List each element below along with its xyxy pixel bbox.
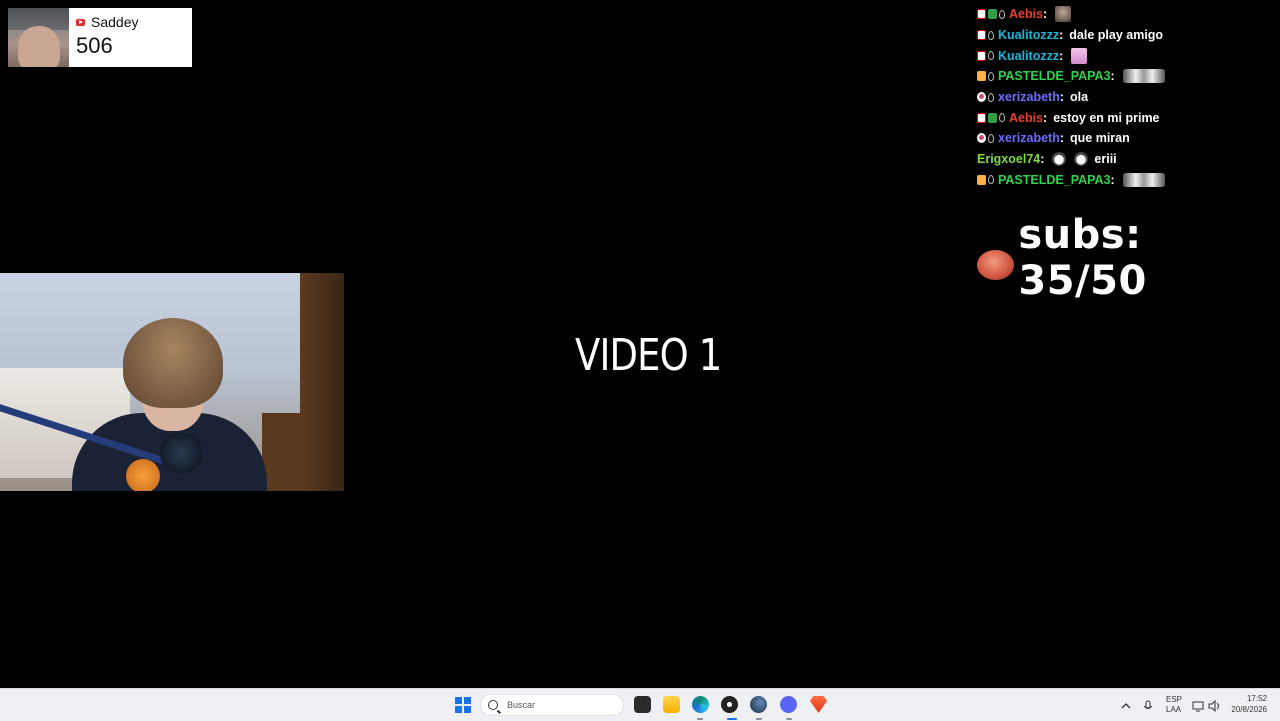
chat-message: Aebis: <box>977 4 1277 25</box>
channel-avatar <box>8 8 69 67</box>
steam-icon[interactable] <box>750 696 767 713</box>
language-line1: ESP <box>1166 695 1183 704</box>
pen-badge-icon <box>977 50 986 61</box>
brave-icon[interactable] <box>810 696 827 713</box>
subs-goal-text: subs: 35/50 <box>1018 212 1147 304</box>
chat-overlay: Aebis: Kualitozzz: dale play amigo Kualitoz… <box>977 4 1277 190</box>
chat-username: Erigxoel74 <box>977 152 1041 167</box>
chat-message: Erigxoel74: eriii <box>977 152 1117 167</box>
pen-badge-icon <box>977 112 986 123</box>
drop-badge-icon <box>988 92 994 102</box>
video-title: VIDEO 1 <box>575 330 722 381</box>
sub-badge-icon <box>988 9 997 20</box>
channel-name: Saddey <box>91 14 139 30</box>
chat-message: Aebis: estoy en mi prime <box>977 107 1277 128</box>
widgets-icon[interactable] <box>634 696 651 713</box>
search-icon <box>488 700 498 710</box>
chat-username: xerizabeth <box>998 131 1060 146</box>
chat-username: Kualitozzz <box>998 28 1060 43</box>
cat-emote-icon <box>1074 152 1089 167</box>
dark-emote-icon <box>1055 6 1072 23</box>
taskbar: Buscar ESP LAA 17:52 20/8/2026 <box>0 688 1280 721</box>
gift-badge-icon <box>977 71 986 82</box>
language-indicator[interactable]: ESP LAA <box>1166 695 1182 714</box>
drop-badge-icon <box>988 175 994 185</box>
chat-text: ola <box>1070 90 1089 105</box>
sub-badge-icon <box>988 112 997 123</box>
search-placeholder: Buscar <box>507 700 536 710</box>
cat-emote-icon <box>1052 152 1067 167</box>
emote-icon <box>977 250 1015 280</box>
wide-emote-icon <box>1122 172 1165 187</box>
heart-badge-icon <box>977 133 986 144</box>
drop-badge-icon <box>988 30 994 40</box>
taskbar-search[interactable]: Buscar <box>480 694 624 716</box>
webcam-feed <box>0 273 344 491</box>
volume-icon[interactable] <box>1208 699 1220 713</box>
clock-time: 17:52 <box>1246 694 1267 703</box>
chat-message: Kualitozzz: dale play amigo <box>977 25 1277 46</box>
wide-emote-icon <box>1122 69 1165 84</box>
chat-message: xerizabeth: que miran <box>977 128 1277 149</box>
chat-username: PASTELDE_PAPA3 <box>998 69 1111 84</box>
youtube-subscriber-widget: Saddey 506 <box>8 8 192 67</box>
file-explorer-icon[interactable] <box>663 696 680 713</box>
edge-icon[interactable] <box>692 696 709 713</box>
network-icon[interactable] <box>1192 699 1204 712</box>
obs-icon[interactable] <box>721 696 738 713</box>
gift-badge-icon <box>977 174 986 185</box>
drop-badge-icon <box>988 51 994 61</box>
pink-emote-icon <box>1071 47 1088 64</box>
chat-message: PASTELDE_PAPA3: <box>977 170 1277 191</box>
windows-start-icon[interactable] <box>455 697 471 713</box>
clock-date: 20/8/2026 <box>1231 705 1267 714</box>
heart-badge-icon <box>977 92 986 103</box>
chat-message: Kualitozzz: <box>977 45 1277 66</box>
chat-text: que miran <box>1070 131 1130 146</box>
language-line2: LAA <box>1166 705 1182 714</box>
subs-goal: subs: 35/50 <box>977 212 1280 304</box>
chat-username: xerizabeth <box>998 90 1060 105</box>
pen-badge-icon <box>977 30 986 41</box>
chat-message: PASTELDE_PAPA3: <box>977 66 1277 87</box>
pen-badge-icon <box>977 9 986 20</box>
chat-username: Aebis <box>1009 110 1044 125</box>
chevron-up-icon[interactable] <box>1120 699 1132 711</box>
chat-text: eriii <box>1094 152 1117 167</box>
youtube-logo-icon <box>76 18 85 26</box>
chat-username: Kualitozzz <box>998 48 1060 63</box>
chat-username: PASTELDE_PAPA3 <box>998 172 1111 187</box>
drop-badge-icon <box>988 71 994 81</box>
clock[interactable]: 17:52 20/8/2026 <box>1231 694 1267 714</box>
drop-badge-icon <box>999 113 1005 123</box>
subscriber-count: 506 <box>76 33 113 58</box>
discord-icon[interactable] <box>780 696 797 713</box>
chat-text: dale play amigo <box>1069 28 1164 43</box>
chat-text: estoy en mi prime <box>1053 110 1160 125</box>
microphone-icon[interactable] <box>1142 699 1154 711</box>
drop-badge-icon <box>988 133 994 143</box>
drop-badge-icon <box>999 9 1005 19</box>
chat-message: xerizabeth: ola <box>977 87 1277 108</box>
chat-username: Aebis <box>1009 7 1044 22</box>
